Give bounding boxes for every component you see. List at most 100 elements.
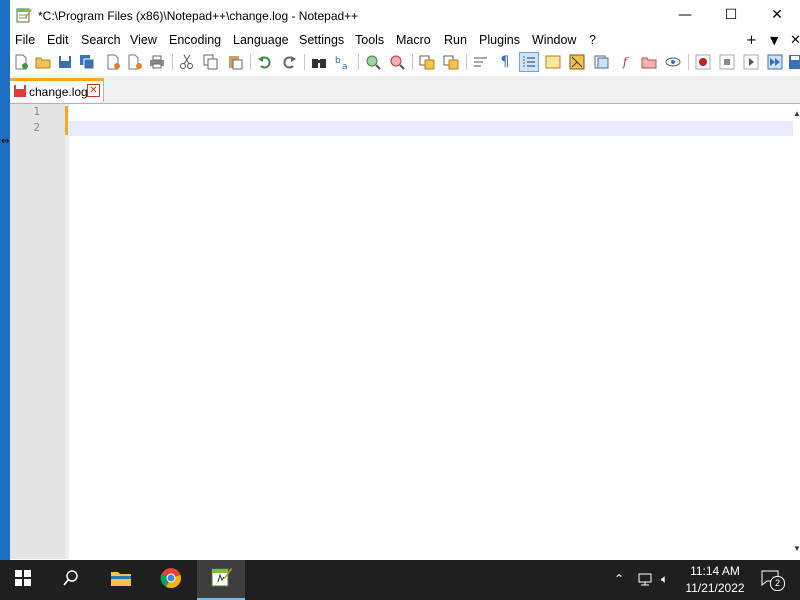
stop-recording-button[interactable] (718, 53, 736, 71)
new-file-icon (13, 54, 29, 70)
search-icon (62, 569, 80, 592)
menu-view[interactable]: View (130, 33, 157, 47)
monitoring-button[interactable] (664, 53, 682, 71)
close-all-icon (127, 54, 143, 70)
toolbar-separator (412, 54, 413, 70)
file-explorer-button[interactable] (98, 560, 144, 600)
scroll-down-icon[interactable]: ▼ (793, 544, 800, 553)
record-macro-button[interactable] (694, 53, 712, 71)
close-window-button[interactable]: ✕ (754, 0, 800, 30)
text-editor[interactable]: 1 2 (10, 104, 793, 559)
maximize-button[interactable]: ☐ (708, 0, 754, 30)
menu-language[interactable]: Language (233, 33, 289, 47)
indent-guide-button[interactable] (519, 52, 539, 72)
taskbar: ⌃ 🔈︎ 11:14 AM 11/21/2022 2 (0, 560, 800, 600)
function-list-icon (593, 54, 609, 70)
undo-button[interactable] (256, 53, 274, 71)
user-defined-language-button[interactable] (544, 53, 562, 71)
windows-logo-icon (15, 569, 31, 591)
word-wrap-button[interactable] (472, 53, 490, 71)
copy-icon (203, 54, 219, 70)
tab-list-dropdown-icon[interactable]: ▼ (770, 34, 778, 47)
menu-settings[interactable]: Settings (299, 33, 344, 47)
volume-icon[interactable]: 🔈︎ (661, 572, 668, 587)
save-macro-icon (788, 54, 800, 70)
system-clock[interactable]: 11:14 AM 11/21/2022 (680, 563, 750, 597)
maximize-icon: ☐ (724, 7, 738, 23)
function-list-button[interactable] (592, 53, 610, 71)
folder-icon (641, 54, 657, 70)
document-map-button[interactable] (568, 53, 586, 71)
save-macro-button[interactable] (786, 53, 800, 71)
vertical-scrollbar[interactable]: ▲ ▼ (793, 104, 800, 559)
redo-icon (281, 54, 297, 70)
resize-cursor-icon: ↔ (1, 136, 10, 147)
menu-plugins[interactable]: Plugins (479, 33, 520, 47)
cut-button[interactable] (178, 53, 196, 71)
network-icon[interactable] (638, 572, 654, 589)
save-all-button[interactable] (78, 53, 96, 71)
close-all-button[interactable] (126, 53, 144, 71)
toolbar-separator (358, 54, 359, 70)
run-macro-multiple-button[interactable] (766, 53, 784, 71)
menu-encoding[interactable]: Encoding (169, 33, 221, 47)
show-hidden-icons-icon[interactable]: ⌃ (614, 572, 624, 586)
chrome-button[interactable] (148, 560, 194, 600)
search-button[interactable] (48, 560, 94, 600)
sync-horizontal-button[interactable] (442, 53, 460, 71)
menu-help[interactable]: ? (589, 33, 596, 47)
tab-change-log[interactable]: change.log ✕ (10, 78, 104, 102)
current-line-highlight (69, 121, 793, 136)
copy-button[interactable] (202, 53, 220, 71)
close-tab-icon[interactable]: ✕ (87, 84, 100, 97)
new-tab-plus-icon[interactable]: + (746, 33, 757, 48)
menu-tools[interactable]: Tools (355, 33, 384, 47)
menu-file[interactable]: File (15, 33, 35, 47)
paste-button[interactable] (226, 53, 244, 71)
redo-button[interactable] (280, 53, 298, 71)
menu-window[interactable]: Window (532, 33, 576, 47)
zoom-out-button[interactable] (388, 53, 406, 71)
playback-macro-button[interactable] (742, 53, 760, 71)
line-number-gutter: 1 2 (10, 104, 65, 559)
zoom-in-icon (365, 54, 381, 70)
minimize-icon: — (678, 7, 692, 23)
open-file-button[interactable] (34, 53, 52, 71)
save-button[interactable] (56, 53, 74, 71)
printer-icon (149, 54, 165, 70)
workspace-button[interactable] (640, 53, 658, 71)
open-folder-icon (35, 54, 51, 70)
start-button[interactable] (0, 560, 46, 600)
sync-vertical-button[interactable] (418, 53, 436, 71)
close-button[interactable] (104, 53, 122, 71)
notepad-plus-plus-icon (16, 7, 32, 23)
clock-date: 11/21/2022 (685, 581, 745, 595)
new-file-button[interactable] (12, 53, 30, 71)
find-button[interactable] (310, 53, 328, 71)
minimize-button[interactable]: — (662, 0, 708, 30)
file-explorer-icon (110, 569, 132, 592)
play-icon (743, 54, 759, 70)
close-document-icon[interactable]: ✕ (790, 33, 800, 48)
menu-run[interactable]: Run (444, 33, 467, 47)
menu-macro[interactable]: Macro (396, 33, 431, 47)
toolbar-separator (250, 54, 251, 70)
notepad-plus-plus-taskbar-button[interactable] (197, 560, 245, 600)
tab-bar: change.log ✕ (10, 76, 800, 104)
function-fx-icon: f (622, 55, 628, 69)
menu-search[interactable]: Search (81, 33, 121, 47)
show-all-characters-button[interactable]: ¶ (496, 53, 514, 71)
notifications-icon: 2 (761, 570, 785, 591)
zoom-in-button[interactable] (364, 53, 382, 71)
save-all-icon (79, 54, 95, 70)
svg-text:a: a (342, 62, 348, 70)
scroll-up-icon[interactable]: ▲ (793, 109, 800, 118)
action-center-button[interactable]: 2 (752, 560, 792, 600)
close-file-icon (105, 54, 121, 70)
replace-button[interactable]: ba (334, 53, 352, 71)
folder-as-workspace-button[interactable]: f (616, 53, 634, 71)
save-icon (57, 54, 73, 70)
print-button[interactable] (148, 53, 166, 71)
word-wrap-icon (473, 54, 489, 70)
menu-edit[interactable]: Edit (47, 33, 69, 47)
